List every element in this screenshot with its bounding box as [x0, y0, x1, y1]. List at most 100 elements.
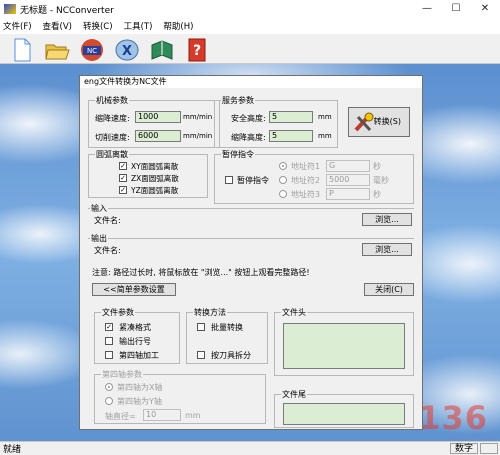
- menu-tools[interactable]: 工具(T): [124, 20, 153, 32]
- batch-convert-checkbox[interactable]: [197, 323, 205, 331]
- x-tool-icon[interactable]: X: [113, 36, 139, 62]
- safe-height-label: 安全高度:: [231, 114, 266, 123]
- machining-group: 机械参数 缩降速度: 1000 mm/min 切削速度: 6000 mm/min: [88, 95, 220, 148]
- addr1-input[interactable]: G: [326, 160, 370, 172]
- dialog-title: eng文件转换为NC文件: [80, 76, 422, 88]
- convert-tool-icon: [354, 112, 374, 132]
- arc-zx-checkbox[interactable]: ✓: [119, 174, 127, 182]
- addr3-label: 地址符3: [291, 190, 321, 199]
- convert-button-label: 转换(S): [373, 117, 401, 126]
- addr1-unit: 秒: [373, 162, 381, 171]
- input-browse-button[interactable]: 浏览...: [362, 213, 412, 226]
- batch-convert-label: 批量转换: [211, 323, 243, 332]
- convert-method-title: 转换方法: [193, 307, 227, 318]
- arc-xy-checkbox[interactable]: ✓: [119, 162, 127, 170]
- addr2-radio[interactable]: [279, 176, 287, 184]
- convert-nc-icon[interactable]: NC: [78, 36, 104, 62]
- convert-method-group: 转换方法 批量转换 按刀具拆分: [186, 307, 268, 364]
- output-browse-button[interactable]: 浏览...: [362, 243, 412, 256]
- svg-text:?: ?: [193, 43, 201, 59]
- menu-convert[interactable]: 转换(C): [83, 20, 113, 32]
- diameter-unit: mm: [185, 411, 201, 420]
- service-group: 服务参数 安全高度: 5 mm 缩降高度: 5 mm: [214, 95, 338, 148]
- arc-xy-label: XY面圆弧离散: [131, 162, 179, 171]
- menu-view[interactable]: 查看(V): [43, 20, 72, 32]
- fourth-axis-group: 第四轴参数 第四轴为X轴 第四轴为Y轴 轴直径= 10 mm: [94, 369, 266, 424]
- menu-help[interactable]: 帮助(H): [163, 20, 193, 32]
- input-title: 输入: [90, 203, 108, 214]
- input-group: 输入 文件名: 浏览...: [88, 203, 414, 232]
- simple-settings-button[interactable]: <<简单参数设置: [92, 283, 176, 296]
- close-dialog-button[interactable]: 关闭(C): [364, 283, 414, 296]
- addr2-unit: 毫秒: [373, 176, 389, 185]
- diameter-label: 轴直径=: [105, 412, 136, 421]
- axis-x-radio[interactable]: [105, 383, 113, 391]
- fourth-axis-title: 第四轴参数: [101, 369, 143, 380]
- addr2-input[interactable]: 5000: [326, 174, 370, 186]
- arc-zx-label: ZX面圆弧离散: [131, 174, 179, 183]
- file-tail-title: 文件尾: [281, 389, 307, 400]
- app-icon: [4, 4, 16, 14]
- pause-group: 暂停指令 暂停指令 地址符1 G 秒 地址符2 5000 毫秒 地址符3 P 秒: [214, 149, 414, 204]
- addr3-input[interactable]: P: [326, 188, 370, 200]
- file-tail-group: 文件尾: [274, 389, 414, 428]
- file-params-title: 文件参数: [101, 307, 135, 318]
- fourth-axis-checkbox[interactable]: [105, 351, 113, 359]
- addr1-label: 地址符1: [291, 162, 321, 171]
- split-by-tool-checkbox[interactable]: [197, 351, 205, 359]
- output-title: 输出: [90, 233, 108, 244]
- open-folder-icon[interactable]: [43, 36, 70, 62]
- line-number-label: 输出行号: [119, 337, 151, 346]
- file-head-textarea[interactable]: [283, 323, 405, 369]
- minimize-button[interactable]: —: [414, 0, 440, 18]
- file-head-group: 文件头: [274, 307, 414, 376]
- input-file-label: 文件名:: [94, 216, 121, 225]
- convert-button[interactable]: 转换(S): [348, 107, 410, 137]
- svg-text:NC: NC: [87, 47, 97, 55]
- drop-height-input[interactable]: 5: [269, 130, 313, 142]
- axis-x-label: 第四轴为X轴: [117, 383, 163, 392]
- output-file-label: 文件名:: [94, 246, 121, 255]
- cut-label: 切削速度:: [95, 133, 130, 142]
- cut-unit: mm/min: [183, 132, 213, 140]
- output-group: 输出 文件名: 浏览...: [88, 233, 414, 262]
- axis-y-radio[interactable]: [105, 397, 113, 405]
- title-bar: 无标题 - NCConverter — ☐ ✕: [0, 0, 500, 18]
- feed-unit: mm/min: [183, 113, 213, 121]
- arc-group: 圆弧离散 ✓ XY面圆弧离散 ✓ ZX面圆弧离散 ✓ YZ面圆弧离散: [88, 149, 208, 198]
- status-bar: 就绪 数字: [0, 441, 500, 455]
- feed-speed-input[interactable]: 1000: [135, 111, 181, 123]
- pause-checkbox[interactable]: [225, 176, 233, 184]
- maximize-button[interactable]: ☐: [443, 0, 469, 18]
- pause-checkbox-label: 暂停指令: [237, 176, 269, 185]
- new-file-icon[interactable]: [8, 36, 34, 62]
- arc-yz-label: YZ面圆弧离散: [131, 186, 179, 195]
- compact-format-checkbox[interactable]: ✓: [105, 323, 113, 331]
- axis-y-label: 第四轴为Y轴: [117, 397, 162, 406]
- menu-file[interactable]: 文件(F): [3, 20, 32, 32]
- addr2-label: 地址符2: [291, 176, 321, 185]
- addr3-radio[interactable]: [279, 190, 287, 198]
- safe-height-input[interactable]: 5: [269, 111, 313, 123]
- line-number-checkbox[interactable]: [105, 337, 113, 345]
- status-empty-box: [480, 443, 498, 454]
- diameter-input[interactable]: 10: [143, 409, 181, 421]
- file-params-group: 文件参数 ✓ 紧凑格式 输出行号 第四轴加工: [94, 307, 180, 364]
- addr1-radio[interactable]: [279, 162, 287, 170]
- split-by-tool-label: 按刀具拆分: [211, 351, 251, 360]
- fourth-axis-label: 第四轴加工: [119, 351, 159, 360]
- service-title: 服务参数: [221, 95, 255, 106]
- book-icon[interactable]: [148, 36, 174, 62]
- num-lock-indicator: 数字: [449, 443, 478, 454]
- help-icon[interactable]: ?: [183, 36, 209, 62]
- file-tail-textarea[interactable]: [283, 403, 405, 425]
- arc-title: 圆弧离散: [95, 149, 129, 160]
- svg-text:X: X: [122, 44, 132, 59]
- addr3-unit: 秒: [373, 190, 381, 199]
- status-text: 就绪: [3, 445, 22, 455]
- cut-speed-input[interactable]: 6000: [135, 130, 181, 142]
- menu-bar: 文件(F) 查看(V) 转换(C) 工具(T) 帮助(H): [0, 18, 500, 34]
- arc-yz-checkbox[interactable]: ✓: [119, 186, 127, 194]
- drop-height-unit: mm: [318, 132, 332, 140]
- close-button[interactable]: ✕: [472, 0, 498, 18]
